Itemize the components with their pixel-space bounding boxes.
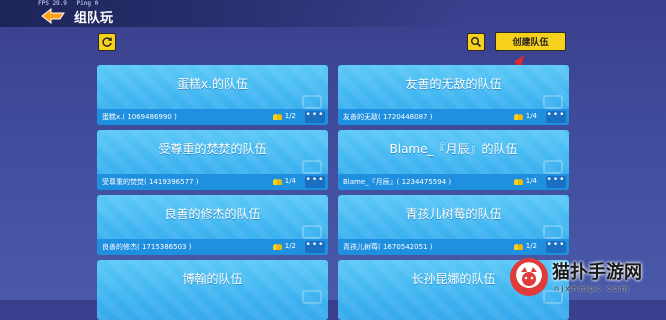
search-button[interactable] — [467, 33, 485, 51]
watermark-badge-icon — [543, 160, 563, 174]
people-icon — [272, 243, 282, 250]
watermark-badge-icon — [302, 160, 322, 174]
cat-face-icon — [521, 267, 537, 286]
more-button[interactable]: ••• — [305, 176, 325, 188]
team-name: 博翰的队伍 — [182, 272, 243, 286]
watermark-title: 猫扑手游网 — [552, 262, 642, 283]
team-card[interactable]: Blame_『月辰』的队伍 Blame_『月辰』( 1234475594 ) 1… — [338, 130, 569, 190]
member-count: 1/2 — [513, 242, 537, 250]
fps-readout: FPS 29.9 — [38, 0, 67, 7]
team-name: 青孩儿树莓的队伍 — [405, 207, 502, 221]
create-team-button[interactable]: 创建队伍 — [495, 32, 566, 51]
team-leader: Blame_『月辰』( 1234475594 ) — [343, 178, 452, 186]
member-count-value: 1/2 — [284, 112, 296, 120]
watermark-url: njxhmpc.com — [554, 284, 630, 293]
member-count: 1/4 — [272, 177, 296, 185]
member-count-value: 1/4 — [525, 177, 537, 185]
team-card[interactable]: 受尊重的焚焚的队伍 受尊重的焚焚( 1419396577 ) 1/4 ••• — [97, 130, 328, 190]
team-info-bar: 青孩儿树莓( 1670542051 ) 1/2 ••• — [338, 239, 569, 255]
search-icon — [471, 37, 482, 48]
member-count: 1/2 — [272, 112, 296, 120]
more-button[interactable]: ••• — [546, 111, 566, 123]
member-count: 1/2 — [272, 242, 296, 250]
more-button[interactable]: ••• — [305, 241, 325, 253]
team-card[interactable]: 青孩儿树莓的队伍 青孩儿树莓( 1670542051 ) 1/2 ••• — [338, 195, 569, 255]
people-icon — [513, 178, 523, 185]
team-leader: 青孩儿树莓( 1670542051 ) — [343, 243, 433, 251]
page-title: 组队玩 — [74, 11, 114, 26]
back-arrow-icon — [41, 7, 65, 25]
member-count-value: 1/4 — [284, 177, 296, 185]
team-leader: 蛋糕x.( 1069486990 ) — [102, 113, 177, 121]
perf-stats: FPS 29.9 Ping 0 — [38, 0, 104, 7]
team-name: 友善的无敌的队伍 — [405, 77, 502, 91]
more-button[interactable]: ••• — [546, 176, 566, 188]
refresh-button[interactable] — [98, 33, 116, 51]
team-name: Blame_『月辰』的队伍 — [389, 142, 518, 156]
team-info-bar: 受尊重的焚焚( 1419396577 ) 1/4 ••• — [97, 174, 328, 190]
site-watermark: 猫扑手游网 njxhmpc.com — [510, 256, 660, 300]
back-button[interactable] — [40, 7, 68, 25]
team-card[interactable]: 蛋糕x.的队伍 蛋糕x.( 1069486990 ) 1/2 ••• — [97, 65, 328, 125]
people-icon — [513, 243, 523, 250]
team-card[interactable]: 友善的无敌的队伍 友善的无敌( 1720448087 ) 1/4 ••• — [338, 65, 569, 125]
people-icon — [272, 113, 282, 120]
watermark-badge-icon — [543, 225, 563, 239]
team-info-bar: 友善的无敌( 1720448087 ) 1/4 ••• — [338, 109, 569, 125]
more-button[interactable]: ••• — [305, 111, 325, 123]
team-card[interactable]: 博翰的队伍 — [97, 260, 328, 320]
team-info-bar: Blame_『月辰』( 1234475594 ) 1/4 ••• — [338, 174, 569, 190]
team-name: 蛋糕x.的队伍 — [177, 77, 248, 91]
team-info-bar: 良善的修杰( 1715386503 ) 1/2 ••• — [97, 239, 328, 255]
member-count-value: 1/2 — [284, 242, 296, 250]
member-count: 1/4 — [513, 112, 537, 120]
team-name: 受尊重的焚焚的队伍 — [158, 142, 267, 156]
member-count-value: 1/2 — [525, 242, 537, 250]
more-button[interactable]: ••• — [546, 241, 566, 253]
people-icon — [272, 178, 282, 185]
member-count: 1/4 — [513, 177, 537, 185]
member-count-value: 1/4 — [525, 112, 537, 120]
team-leader: 友善的无敌( 1720448087 ) — [343, 113, 433, 121]
watermark-badge-icon — [543, 95, 563, 109]
team-leader: 良善的修杰( 1715386503 ) — [102, 243, 192, 251]
ping-readout: Ping 0 — [76, 0, 99, 7]
refresh-icon — [102, 37, 112, 47]
team-name: 良善的修杰的队伍 — [164, 207, 261, 221]
team-leader: 受尊重的焚焚( 1419396577 ) — [102, 178, 199, 186]
watermark-badge-icon — [302, 95, 322, 109]
watermark-badge-icon — [302, 225, 322, 239]
cat-logo-icon — [510, 258, 548, 296]
watermark-badge-icon — [302, 290, 322, 304]
team-info-bar: 蛋糕x.( 1069486990 ) 1/2 ••• — [97, 109, 328, 125]
team-card[interactable]: 良善的修杰的队伍 良善的修杰( 1715386503 ) 1/2 ••• — [97, 195, 328, 255]
people-icon — [513, 113, 523, 120]
